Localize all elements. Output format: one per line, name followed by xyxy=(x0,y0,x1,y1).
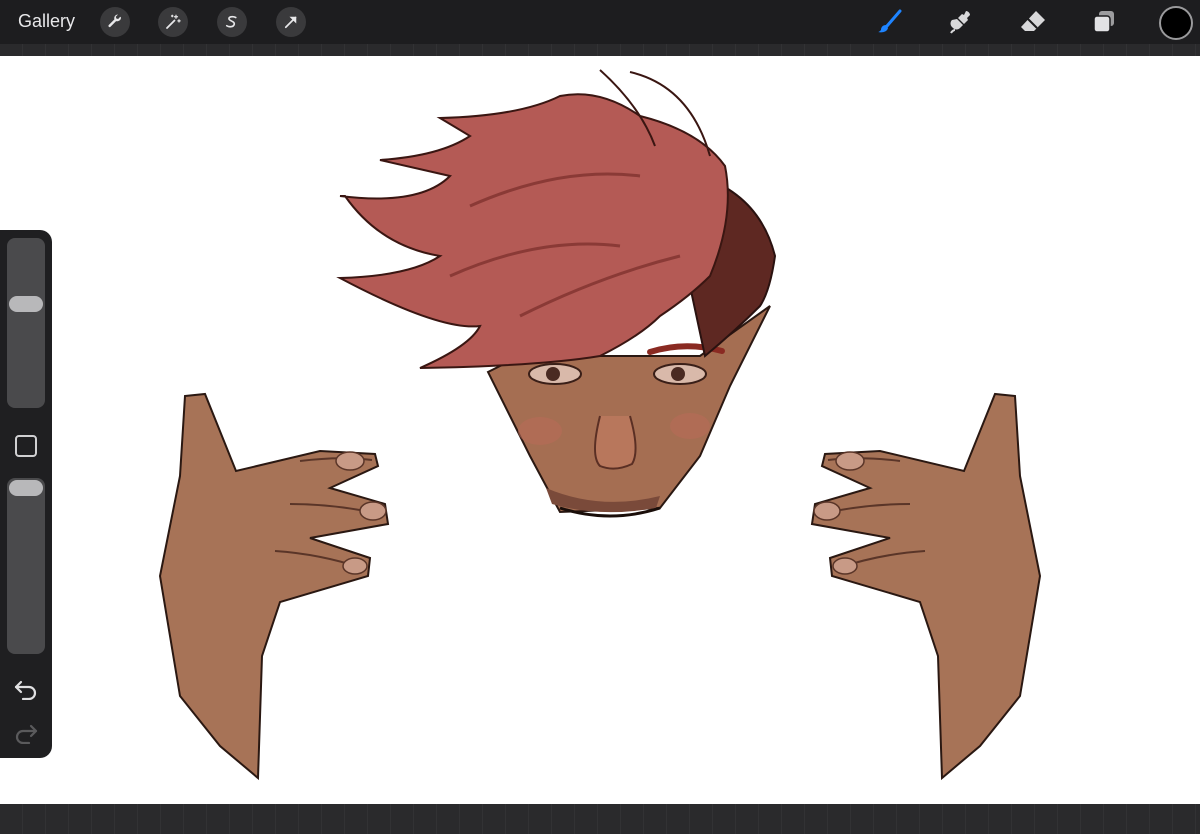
wrench-icon xyxy=(108,14,122,28)
brush-tool-button[interactable] xyxy=(874,6,906,38)
smudge-tool-button[interactable] xyxy=(945,6,977,38)
magic-wand-icon xyxy=(166,14,181,29)
transform-arrow-icon xyxy=(284,16,297,29)
transform-button[interactable] xyxy=(276,7,306,37)
layers-button[interactable] xyxy=(1088,6,1120,38)
artwork xyxy=(158,69,1042,781)
smudge-icon xyxy=(950,11,970,34)
hair-drawing xyxy=(336,69,777,369)
opacity-slider[interactable] xyxy=(7,478,45,654)
bottom-canvas-edge xyxy=(0,804,1200,834)
selection-button[interactable] xyxy=(217,7,247,37)
left-hand-drawing xyxy=(158,392,390,781)
undo-icon[interactable] xyxy=(12,676,40,700)
adjustments-button[interactable] xyxy=(158,7,188,37)
side-toolbar xyxy=(0,230,52,758)
redo-icon[interactable] xyxy=(12,720,40,744)
layers-icon xyxy=(1093,11,1114,33)
modify-button[interactable] xyxy=(15,435,37,457)
brush-icon xyxy=(878,9,902,33)
eraser-icon xyxy=(1021,11,1045,31)
brush-size-slider[interactable] xyxy=(7,238,45,408)
right-hand-drawing xyxy=(810,392,1042,781)
color-picker-button[interactable] xyxy=(1159,6,1193,40)
brush-size-thumb[interactable] xyxy=(9,295,43,312)
actions-button[interactable] xyxy=(100,7,130,37)
opacity-thumb[interactable] xyxy=(9,480,43,496)
top-canvas-edge xyxy=(0,44,1200,56)
selection-icon xyxy=(225,15,237,28)
gallery-button[interactable]: Gallery xyxy=(18,11,75,32)
top-toolbar: Gallery xyxy=(0,0,1200,44)
eraser-tool-button[interactable] xyxy=(1017,6,1049,38)
